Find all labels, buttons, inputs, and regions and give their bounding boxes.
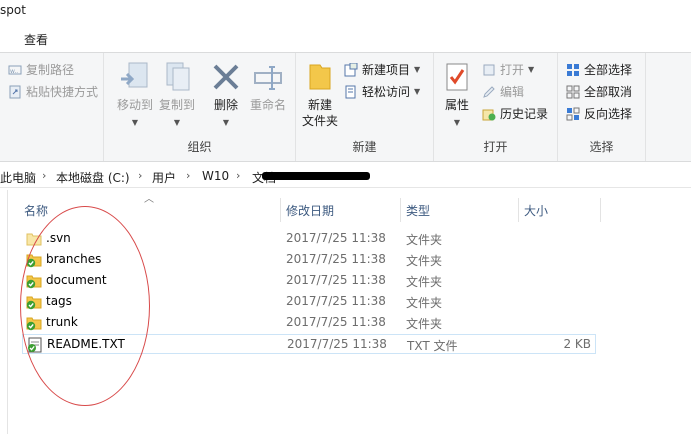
delete-button[interactable]: 删除 ▼: [208, 61, 244, 131]
new-group: 新建 文件夹 新建项目 ▼ 轻松访问 ▼ 新建: [296, 53, 434, 161]
edit-icon: [483, 85, 495, 98]
folder-svn-icon: [26, 317, 42, 331]
paste-shortcut-icon: [9, 85, 21, 98]
file-row[interactable]: trunk 2017/7/25 11:38 文件夹: [22, 313, 596, 333]
title-bar: spot: [0, 0, 691, 26]
select-all-button[interactable]: 全部选择: [566, 61, 632, 78]
tab-view[interactable]: 查看: [24, 31, 48, 48]
folder-svn-icon: [26, 254, 42, 268]
invert-selection-icon: [566, 107, 580, 120]
breadcrumb-w10[interactable]: W10: [202, 169, 229, 183]
nav-pane-divider: [7, 190, 8, 434]
svg-text:w..: w..: [10, 68, 18, 75]
text-file-icon: [28, 337, 42, 353]
file-row[interactable]: .svn 2017/7/25 11:38 文件夹: [22, 229, 596, 249]
delete-icon: [213, 64, 239, 90]
breadcrumb-users[interactable]: 用户: [152, 169, 176, 186]
edit-button[interactable]: 编辑: [482, 83, 524, 100]
copy-path-button[interactable]: w.. 复制路径: [8, 61, 74, 78]
select-all-icon: [567, 63, 579, 76]
move-to-button[interactable]: 移动到 ▼: [112, 61, 158, 131]
open-group: 属性 ▼ 打开 ▼ 编辑 历史记录 打开: [434, 53, 558, 161]
new-folder-icon: [309, 64, 331, 90]
properties-icon: [446, 63, 468, 91]
open-group-label: 打开: [483, 140, 508, 154]
chevron-right-icon[interactable]: ›: [138, 169, 142, 182]
column-header-date[interactable]: 修改日期: [280, 198, 400, 222]
file-row[interactable]: README.TXT 2017/7/25 11:38 TXT 文件 2 KB: [22, 334, 596, 354]
column-header-size[interactable]: 大小: [518, 198, 600, 222]
new-folder-button[interactable]: 新建 文件夹: [300, 61, 340, 129]
easy-access-button[interactable]: 轻松访问 ▼: [344, 83, 420, 100]
organize-group: 移动到 ▼ 复制到 ▼ 删除 ▼ 重命名 组织: [104, 53, 296, 161]
breadcrumb: 此电脑 › 本地磁盘 (C:) › 用户 › W10 › 文档: [0, 166, 691, 188]
folder-icon: [26, 233, 42, 246]
new-item-button[interactable]: 新建项目 ▼: [344, 61, 420, 78]
new-group-label: 新建: [352, 140, 377, 154]
select-group: 全部选择 全部取消 反向选择 选择: [558, 53, 646, 161]
ribbon-tab-row: 查看: [0, 26, 691, 52]
copy-path-icon: w..: [8, 65, 22, 75]
column-header-name[interactable]: 名称: [22, 198, 280, 222]
breadcrumb-this-pc[interactable]: 此电脑: [0, 169, 36, 186]
organize-group-label: 组织: [187, 140, 212, 154]
chevron-right-icon[interactable]: ›: [42, 169, 46, 182]
ribbon: w.. 复制路径 粘贴快捷方式 移动到▼ 复制到▼ 删除▼ 重命名 组织: [0, 52, 691, 162]
chevron-down-icon: ▼: [414, 87, 421, 96]
properties-button[interactable]: 属性 ▼: [440, 61, 474, 131]
new-item-icon: [344, 62, 358, 76]
open-icon: [483, 64, 495, 75]
file-row[interactable]: document 2017/7/25 11:38 文件夹: [22, 271, 596, 291]
file-row[interactable]: branches 2017/7/25 11:38 文件夹: [22, 250, 596, 270]
rename-button[interactable]: 重命名: [244, 61, 292, 113]
select-none-button[interactable]: 全部取消: [566, 83, 632, 100]
rename-icon: [254, 66, 282, 90]
invert-selection-button[interactable]: 反向选择: [566, 105, 632, 122]
redaction-bar: [262, 172, 370, 180]
breadcrumb-local-disk[interactable]: 本地磁盘 (C:): [56, 169, 130, 186]
copy-to-icon: [166, 62, 190, 91]
history-icon: [482, 109, 496, 120]
move-to-icon: [121, 62, 148, 88]
select-none-icon: [566, 85, 580, 98]
select-group-label: 选择: [589, 140, 614, 154]
window-title: spot: [0, 3, 26, 17]
clipboard-group: w.. 复制路径 粘贴快捷方式: [0, 53, 104, 161]
folder-svn-icon: [26, 275, 42, 289]
easy-access-icon: [345, 85, 356, 98]
chevron-down-icon: ▼: [414, 65, 421, 74]
column-divider[interactable]: [600, 198, 601, 222]
folder-svn-icon: [26, 296, 42, 310]
file-row[interactable]: tags 2017/7/25 11:38 文件夹: [22, 292, 596, 312]
copy-to-button[interactable]: 复制到 ▼: [154, 61, 200, 131]
paste-shortcut-button[interactable]: 粘贴快捷方式: [8, 83, 98, 100]
history-button[interactable]: 历史记录: [482, 105, 548, 122]
column-header-type[interactable]: 类型: [400, 198, 518, 222]
chevron-right-icon[interactable]: ›: [236, 169, 240, 182]
chevron-right-icon[interactable]: ›: [186, 169, 190, 182]
open-button[interactable]: 打开 ▼: [482, 61, 534, 78]
